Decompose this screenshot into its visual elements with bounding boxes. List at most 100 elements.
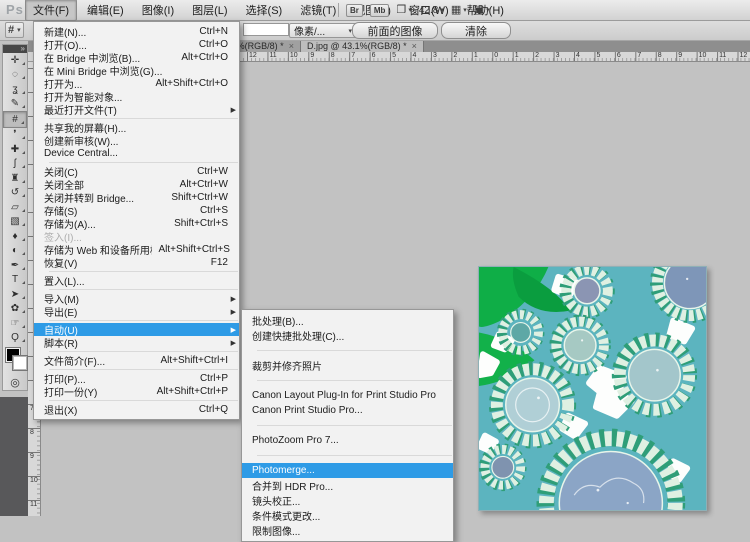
menu-item-shortcut: Alt+Ctrl+W bbox=[174, 179, 228, 190]
automate-submenu-item[interactable]: 合并到 HDR Pro... bbox=[242, 478, 453, 493]
close-icon[interactable]: × bbox=[289, 42, 294, 51]
automate-submenu-item[interactable]: PhotoZoom Pro 7... bbox=[242, 433, 453, 448]
clear-button[interactable]: 清除 bbox=[441, 22, 511, 39]
clone-stamp-tool-icon[interactable]: ♜ bbox=[3, 171, 27, 186]
file-menu-item[interactable]: 文件简介(F)... Alt+Shift+Ctrl+I bbox=[34, 354, 239, 367]
file-menu-item[interactable]: 创建新审核(W)... bbox=[34, 134, 239, 147]
zoom-level-control[interactable]: 42.8 ▾ bbox=[419, 5, 444, 16]
file-menu-item[interactable]: 脚本(R) ▶ bbox=[34, 336, 239, 349]
close-icon[interactable]: × bbox=[412, 42, 417, 51]
automate-submenu-item[interactable]: 限制图像... bbox=[242, 523, 453, 538]
automate-submenu-item[interactable]: Photomerge... bbox=[242, 463, 453, 478]
path-selection-tool-icon[interactable]: ➤ bbox=[3, 287, 27, 302]
launch-bridge-button[interactable]: Br bbox=[346, 4, 363, 17]
menubar-item[interactable]: 选择(S) bbox=[238, 0, 291, 21]
menu-item-label: 打印一份(Y) bbox=[44, 384, 97, 399]
crop-size-input[interactable] bbox=[243, 23, 289, 36]
type-tool-icon[interactable]: T bbox=[3, 273, 27, 288]
tools-panel: » ✛ ◌ ʓ ✎ # ❜ bbox=[2, 44, 28, 391]
quick-selection-tool-icon[interactable]: ✎ bbox=[3, 97, 27, 112]
quick-mask-icon: ◎ bbox=[10, 376, 20, 389]
file-menu-item[interactable]: Device Central... bbox=[34, 147, 239, 160]
menu-item-label: Canon Print Studio Pro... bbox=[252, 405, 363, 416]
mini-bridge-button[interactable]: Mb bbox=[370, 4, 390, 17]
file-menu-item[interactable]: 打印一份(Y) Alt+Shift+Ctrl+P bbox=[34, 385, 239, 398]
healing-brush-tool-icon[interactable]: ✚ bbox=[3, 142, 27, 157]
ruler-number: 7 bbox=[349, 52, 369, 60]
automate-submenu-item[interactable]: Canon Print Studio Pro... bbox=[242, 403, 453, 418]
automate-submenu-item[interactable] bbox=[242, 373, 453, 388]
blur-tool-icon[interactable]: ♦ bbox=[3, 229, 27, 244]
file-menu-item[interactable]: 退出(X) Ctrl+Q bbox=[34, 403, 239, 416]
canvas-image[interactable] bbox=[478, 266, 707, 511]
ruler-number: 10 bbox=[697, 52, 717, 60]
resolution-unit-select[interactable]: 像素/... ▾ bbox=[289, 23, 357, 38]
front-image-button[interactable]: 前面的图像 bbox=[352, 22, 438, 39]
menu-item-label: 退出(X) bbox=[44, 402, 77, 417]
hand-tool-icon[interactable]: ☞ bbox=[3, 316, 27, 331]
move-tool-icon[interactable]: ✛ bbox=[3, 53, 27, 68]
crop-tool-icon[interactable]: # bbox=[3, 111, 27, 128]
brush-tool-icon[interactable]: ʃ bbox=[3, 157, 27, 172]
automate-submenu-item[interactable]: Canon Layout Plug-In for Print Studio Pr… bbox=[242, 388, 453, 403]
menu-item-label: 合并到 HDR Pro... bbox=[252, 478, 333, 493]
ruler-number: 1 bbox=[472, 52, 492, 60]
eraser-tool-icon[interactable]: ▱ bbox=[3, 200, 27, 215]
zoom-tool-icon[interactable]: Ϙ bbox=[3, 331, 27, 346]
automate-submenu-item[interactable]: 裁剪并修齐照片 bbox=[242, 358, 453, 373]
menu-item-label: Device Central... bbox=[44, 148, 118, 159]
ruler-number: 10 bbox=[30, 477, 38, 484]
chevron-down-icon: ▾ bbox=[463, 6, 467, 14]
automate-submenu-item[interactable] bbox=[242, 448, 453, 463]
menu-item-shortcut: Alt+Shift+Ctrl+I bbox=[154, 355, 228, 366]
menu-item-label: 创建快捷批处理(C)... bbox=[252, 328, 344, 343]
ruler-number: 2 bbox=[451, 52, 471, 60]
dodge-tool-icon[interactable]: ◐ bbox=[3, 244, 27, 259]
background-color-swatch[interactable] bbox=[13, 356, 27, 370]
file-menu-item[interactable]: 导出(E) ▶ bbox=[34, 305, 239, 318]
ruler-number: 4 bbox=[411, 52, 431, 60]
menu-item-label: 置入(L)... bbox=[44, 273, 85, 288]
menubar-item[interactable]: 编辑(E) bbox=[79, 0, 132, 21]
eyedropper-tool-icon[interactable]: ❜ bbox=[3, 128, 27, 143]
custom-shape-tool-icon[interactable]: ✿ bbox=[3, 302, 27, 317]
lasso-tool-icon[interactable]: ʓ bbox=[3, 82, 27, 97]
menu-item-shortcut: Alt+Ctrl+O bbox=[175, 52, 228, 63]
tool-preset-picker[interactable]: # ▾ bbox=[5, 22, 24, 38]
menu-item-shortcut: Ctrl+P bbox=[194, 373, 228, 384]
menu-item-shortcut: Ctrl+Q bbox=[193, 404, 228, 415]
automate-submenu-item[interactable]: 镜头校正... bbox=[242, 493, 453, 508]
menubar-item[interactable]: 图层(L) bbox=[184, 0, 235, 21]
ruler-number: 8 bbox=[656, 52, 676, 60]
menu-item-label: Canon Layout Plug-In for Print Studio Pr… bbox=[252, 390, 436, 401]
automate-submenu-item[interactable]: 批处理(B)... bbox=[242, 313, 453, 328]
menubar-item[interactable]: 文件(F) bbox=[25, 0, 77, 21]
history-brush-tool-icon[interactable]: ↺ bbox=[3, 186, 27, 201]
menubar-item[interactable]: 滤镜(T) bbox=[292, 0, 344, 21]
ruler-number: 9 bbox=[308, 52, 328, 60]
ruler-number: 4 bbox=[574, 52, 594, 60]
automate-submenu-item[interactable] bbox=[242, 343, 453, 358]
menu-item-label: 文件简介(F)... bbox=[44, 353, 105, 368]
collapse-panel-button[interactable]: » bbox=[3, 45, 27, 53]
submenu-arrow-icon: ▶ bbox=[229, 106, 236, 114]
ruler-number: 11 bbox=[267, 52, 287, 60]
automate-submenu-item[interactable]: 创建快捷批处理(C)... bbox=[242, 328, 453, 343]
marquee-tool-icon[interactable]: ◌ bbox=[3, 68, 27, 83]
screen-mode-button[interactable]: ▣ ▾ bbox=[474, 4, 490, 16]
menu-item-label: 创建新审核(W)... bbox=[44, 133, 118, 148]
view-extras-icon: ❐ bbox=[396, 4, 406, 16]
pen-tool-icon[interactable]: ✒ bbox=[3, 258, 27, 273]
automate-submenu-item[interactable] bbox=[242, 418, 453, 433]
view-extras-button[interactable]: ❐ ▾ bbox=[396, 4, 411, 16]
file-menu-item[interactable]: 恢复(V) F12 bbox=[34, 256, 239, 269]
quick-mask-button[interactable]: ◎ bbox=[3, 375, 27, 390]
menubar-item[interactable]: 图像(I) bbox=[134, 0, 182, 21]
crop-tool-icon: # bbox=[8, 24, 14, 36]
file-menu-item[interactable]: 置入(L)... bbox=[34, 274, 239, 287]
file-menu-item[interactable]: 最近打开文件(T) ▶ bbox=[34, 103, 239, 116]
gradient-tool-icon[interactable]: ▧ bbox=[3, 215, 27, 230]
arrange-documents-button[interactable]: ▦ ▾ bbox=[451, 4, 467, 16]
menu-item-shortcut: Alt+Shift+Ctrl+P bbox=[151, 386, 228, 397]
document-tab[interactable]: D.jpg @ 43.1%(RGB/8) * × bbox=[301, 40, 424, 52]
